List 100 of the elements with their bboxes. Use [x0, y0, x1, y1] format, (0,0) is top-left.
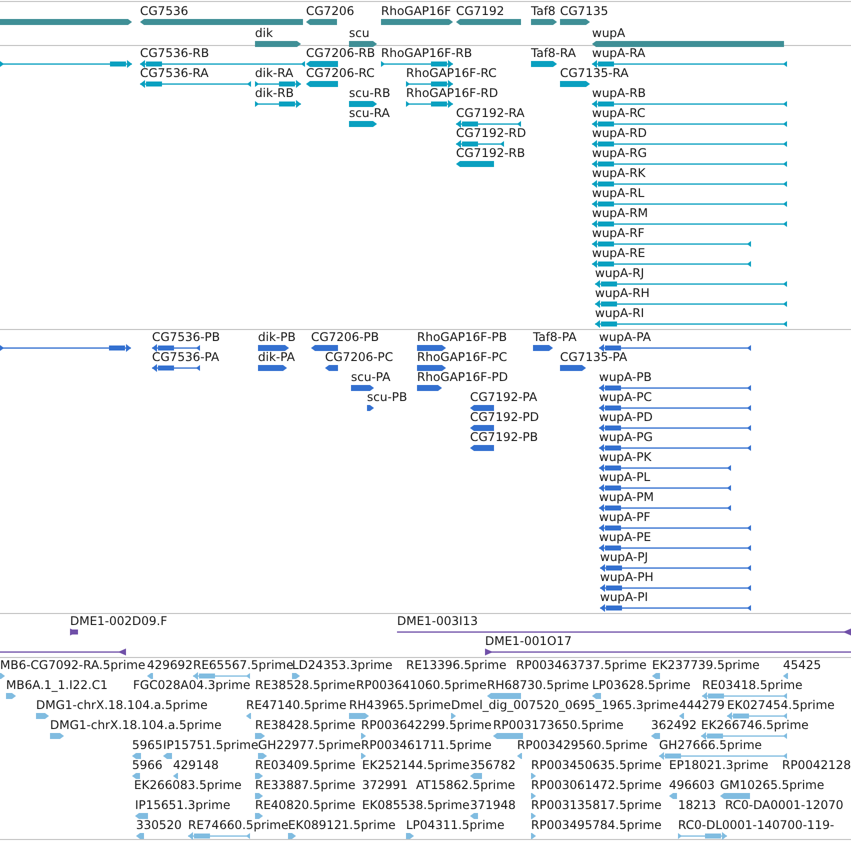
- feature-label: wupA-PB: [599, 370, 652, 384]
- feature-label: RP003173650.5prime: [493, 718, 624, 732]
- feature-label: Taf8-RA: [531, 46, 576, 60]
- feature-label: CG7192-PA: [470, 390, 538, 404]
- feature-label: RC0-DL0001-140700-119-: [678, 818, 834, 832]
- feature-label: RE47140.5prime: [246, 698, 346, 712]
- feature-label: LP03628.5prime: [592, 678, 691, 692]
- feature-label: wupA-PJ: [600, 550, 648, 564]
- feature-label: CG7536: [140, 4, 188, 18]
- feature-label: 444279: [679, 698, 725, 712]
- feature-label: RE74660.5prime: [188, 818, 288, 832]
- feature-label: dik-RA: [255, 66, 294, 80]
- feature-label: EK266746.5prime: [701, 718, 809, 732]
- feature-label: EK252144.5prime: [362, 758, 470, 772]
- feature-label: CG7192-RB: [456, 146, 526, 160]
- feature-label: RH68730.5prime: [487, 678, 589, 692]
- feature-label: 362492: [651, 718, 697, 732]
- feature-label: DME1-003I13: [397, 614, 478, 628]
- feature-label: DMG1-chrX.18.104.a.5prime: [36, 698, 208, 712]
- feature-label: RP003495784.5prime: [531, 818, 662, 832]
- feature-label: 5966: [132, 758, 163, 772]
- feature-label: scu: [349, 26, 370, 40]
- feature-label: wupA-PG: [599, 430, 653, 444]
- feature-label: GH27666.5prime: [659, 738, 762, 752]
- feature-label: RP003461711.5prime: [361, 738, 492, 752]
- feature-label: CG7135-RA: [560, 66, 629, 80]
- feature-label: 371948: [470, 798, 516, 812]
- feature-label: wupA-RB: [592, 86, 646, 100]
- feature-label: wupA-RG: [592, 146, 647, 160]
- feature-label: scu-RA: [349, 106, 390, 120]
- feature-label: RC0-DA0001-12070: [725, 798, 844, 812]
- feature-label: wupA-RD: [592, 126, 647, 140]
- feature-label: scu-PA: [351, 370, 390, 384]
- feature-label: 18213: [678, 798, 716, 812]
- feature-label: wupA-RA: [592, 46, 646, 60]
- feature-label: RhoGAP16F-PC: [417, 350, 508, 364]
- feature-label: FGC028A04.3prime: [133, 678, 250, 692]
- feature-label: CG7192: [456, 4, 504, 18]
- feature-label: wupA-PH: [600, 570, 654, 584]
- feature-label: IP15651.3prime: [135, 798, 230, 812]
- feature-label: EK085538.5prime: [362, 798, 470, 812]
- feature-label: IP15751.5prime: [163, 738, 258, 752]
- feature-label: wupA-PC: [599, 390, 652, 404]
- feature-label: 496603: [669, 778, 715, 792]
- feature-label: CG7536-PB: [152, 330, 220, 344]
- feature-label: scu-PB: [367, 390, 408, 404]
- feature-label: wupA-PD: [599, 410, 653, 424]
- feature-label: GH22977.5prime: [258, 738, 361, 752]
- feature-label: MB6A.1_1.I22.C1: [6, 678, 108, 692]
- feature-label: CG7192-RD: [456, 126, 526, 140]
- feature-label: RE38528.5prime: [255, 678, 356, 692]
- feature-label: CG7536-RB: [140, 46, 210, 60]
- feature-label: LP04311.5prime: [406, 818, 505, 832]
- feature-label: DME1-001O17: [485, 634, 572, 648]
- feature-label: RhoGAP16F-RC: [406, 66, 497, 80]
- feature-label: CG7135-PA: [560, 350, 628, 364]
- feature-label: RhoGAP16F: [381, 4, 452, 18]
- feature-label: RhoGAP16F-PD: [417, 370, 508, 384]
- feature-label: wupA-RM: [592, 206, 648, 220]
- feature-label: RE03409.5prime: [255, 758, 356, 772]
- feature-label: RP003641060.5prime: [356, 678, 487, 692]
- feature-label: RH43965.5prime: [349, 698, 451, 712]
- feature-label: CG7206-RC: [306, 66, 375, 80]
- feature-label: MB6-CG7092-RA.5prime: [0, 658, 146, 672]
- feature-label: wupA: [592, 26, 626, 40]
- feature-label: Taf8: [531, 4, 556, 18]
- feature-label: DME1-002D09.F: [70, 614, 168, 628]
- feature-label: RhoGAP16F-PB: [417, 330, 507, 344]
- feature-label: wupA-RJ: [595, 266, 644, 280]
- feature-label: wupA-RK: [592, 166, 646, 180]
- feature-label: DMG1-chrX.18.104.a.5prime: [50, 718, 222, 732]
- feature-label: RE03418.5prime: [702, 678, 802, 692]
- feature-label: Taf8-PA: [533, 330, 577, 344]
- feature-label: RP003429560.5prime: [517, 738, 648, 752]
- feature-label: GM10265.5prime: [720, 778, 824, 792]
- feature-label: EP18021.3prime: [669, 758, 768, 772]
- feature-label: scu-RB: [349, 86, 390, 100]
- feature-label: EK266083.5prime: [134, 778, 242, 792]
- feature-label: wupA-RH: [595, 286, 650, 300]
- feature-label: RE38428.5prime: [255, 718, 356, 732]
- feature-label: wupA-RI: [595, 306, 644, 320]
- feature-label: 429692: [147, 658, 193, 672]
- feature-label: Dmel_dig_007520_0695_1965.3prime: [451, 698, 679, 712]
- feature-label: RE33887.5prime: [255, 778, 356, 792]
- feature-label: RE40820.5prime: [255, 798, 356, 812]
- feature-label: 356782: [470, 758, 516, 772]
- feature-label: CG7192-PB: [470, 430, 538, 444]
- feature-label: CG7206-PB: [311, 330, 380, 344]
- feature-label: CG7206-RB: [306, 46, 376, 60]
- feature-label: RhoGAP16F-RB: [381, 46, 472, 60]
- feature-label: dik-PB: [258, 330, 296, 344]
- feature-label: 372991: [362, 778, 408, 792]
- feature-label: wupA-PF: [599, 510, 650, 524]
- feature-label: 45425: [783, 658, 822, 672]
- feature-label: wupA-RL: [592, 186, 644, 200]
- feature-label: wupA-PM: [599, 490, 654, 504]
- feature-label: RhoGAP16F-RD: [406, 86, 498, 100]
- feature-label: RP003450635.5prime: [531, 758, 662, 772]
- feature-label: RP0042128: [782, 758, 851, 772]
- feature-label: RP003135817.5prime: [531, 798, 662, 812]
